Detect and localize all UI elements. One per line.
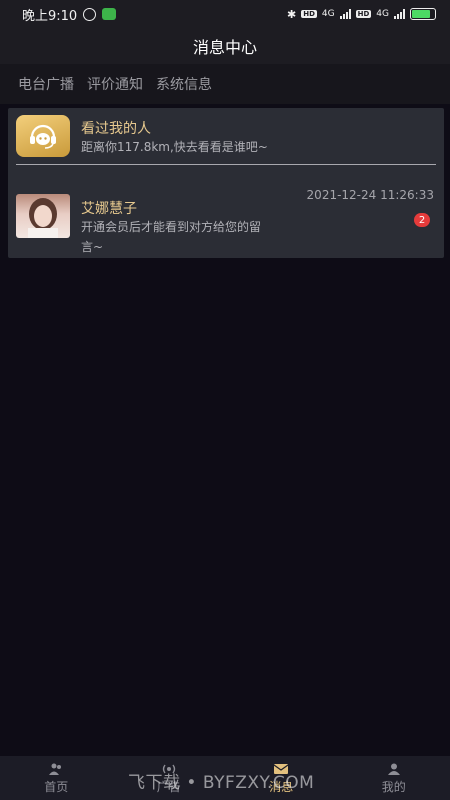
- home-icon: [49, 763, 62, 775]
- avatar: [16, 194, 70, 238]
- unread-badge: 2: [414, 213, 430, 227]
- profile-icon: [387, 763, 400, 775]
- tab-system-info[interactable]: 系统信息: [156, 74, 212, 94]
- network-label: 4G: [321, 9, 335, 19]
- contact-name: 艾娜慧子: [81, 201, 137, 217]
- nav-profile[interactable]: 我的: [338, 756, 450, 800]
- app-header: 消息中心: [0, 28, 450, 64]
- list-item-subtitle: 距离你117.8km,快去看看是谁吧~: [81, 140, 268, 154]
- mail-icon: [274, 764, 289, 774]
- bottom-nav: 首页 广告 消息 我的: [0, 756, 450, 800]
- signal-icon: [339, 9, 351, 19]
- message-timestamp: 2021-12-24 11:26:33: [306, 188, 434, 202]
- message-preview-line-2: 言~: [81, 240, 104, 254]
- tab-radio-broadcast[interactable]: 电台广播: [18, 74, 74, 94]
- signal-icon: [394, 9, 405, 19]
- status-time: 晚上9:10: [22, 8, 78, 24]
- nav-label: 我的: [381, 780, 406, 794]
- nav-broadcast[interactable]: 广告: [113, 756, 226, 800]
- nav-label: 消息: [269, 780, 294, 794]
- nav-messages[interactable]: 消息: [225, 756, 338, 800]
- network-label: 4G: [376, 9, 389, 19]
- nav-home[interactable]: 首页: [0, 756, 113, 800]
- message-list: 看过我的人 距离你117.8km,快去看看是谁吧~ 艾娜慧子 2021-12-2…: [8, 108, 444, 258]
- battery-icon: [410, 8, 436, 20]
- alarm-icon: [83, 7, 97, 21]
- nav-label: 首页: [44, 780, 69, 794]
- tab-review-notifications[interactable]: 评价通知: [87, 74, 143, 94]
- list-item-title: 看过我的人: [81, 121, 151, 137]
- tab-bar: 电台广播 评价通知 系统信息: [0, 64, 450, 104]
- bluetooth-icon: ✱: [287, 7, 297, 21]
- nav-label: 广告: [156, 780, 181, 794]
- page-title: 消息中心: [192, 38, 257, 57]
- wechat-notification-icon: [102, 8, 117, 20]
- hd-icon: HD: [355, 10, 372, 18]
- broadcast-icon: [162, 764, 175, 774]
- message-preview-line-1: 开通会员后才能看到对方给您的留: [81, 220, 262, 234]
- divider: [16, 164, 436, 165]
- status-bar: 晚上9:10 ✱ HD 4G HD 4G: [0, 0, 450, 28]
- hd-icon: HD: [301, 10, 317, 18]
- customer-service-icon: [16, 115, 70, 157]
- list-item-conversation[interactable]: 艾娜慧子 2021-12-24 11:26:33 开通会员后才能看到对方给您的留…: [8, 166, 444, 258]
- list-item-visitors[interactable]: 看过我的人 距离你117.8km,快去看看是谁吧~: [8, 108, 444, 164]
